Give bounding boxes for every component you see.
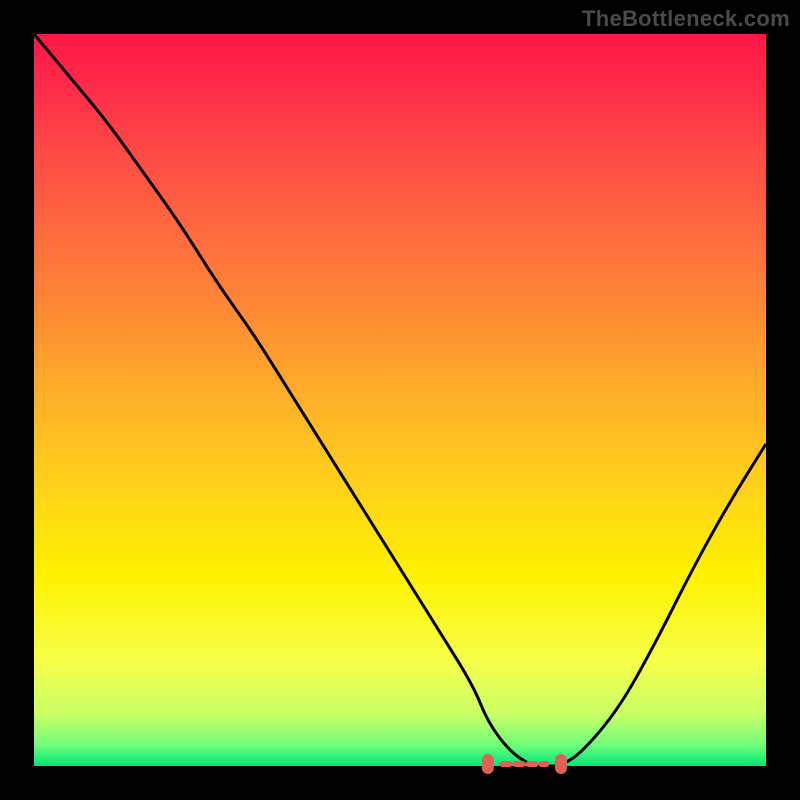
watermark-text: TheBottleneck.com bbox=[582, 6, 790, 32]
optimal-zone-marker-left bbox=[482, 754, 494, 774]
bottleneck-chart bbox=[0, 0, 800, 800]
plot-background bbox=[34, 34, 766, 766]
optimal-zone-marker-right bbox=[555, 754, 567, 774]
chart-container: { "watermark": "TheBottleneck.com", "cha… bbox=[0, 0, 800, 800]
